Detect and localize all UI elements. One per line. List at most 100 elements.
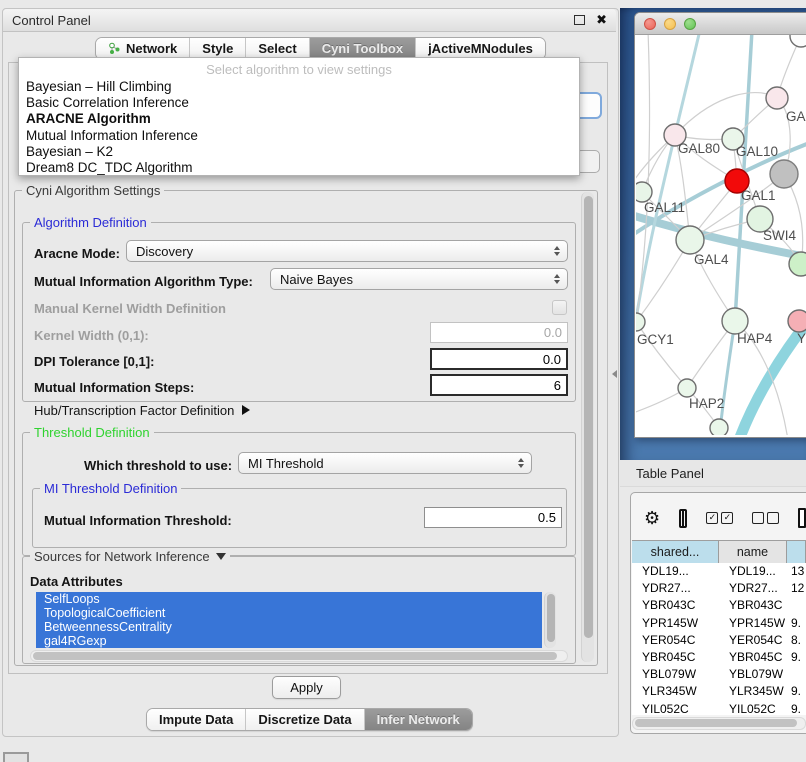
tab-select[interactable]: Select — [246, 38, 309, 59]
table-cell — [787, 666, 806, 683]
tab-infer-network[interactable]: Infer Network — [365, 709, 472, 730]
hub-definition-expander[interactable]: Hub/Transcription Factor Definition — [34, 402, 250, 418]
column-header-shared[interactable]: shared... — [632, 541, 719, 563]
table-cell: YLR345W — [632, 683, 719, 700]
network-node-swi4[interactable] — [789, 252, 806, 276]
network-node[interactable] — [790, 35, 806, 47]
node-label-gal10: GAL10 — [736, 144, 778, 159]
bottom-tab-bar-wrap: Impute DataDiscretize DataInfer Network — [146, 708, 473, 731]
zoom-window-icon[interactable] — [684, 18, 696, 30]
attributes-hscrollbar-thumb[interactable] — [33, 652, 557, 660]
table-cell: 12 — [787, 580, 806, 597]
table-hscrollbar-thumb[interactable] — [635, 719, 797, 727]
algorithm-popup-placeholder: Select algorithm to view settings — [19, 62, 579, 79]
mi-threshold-value: 0.5 — [538, 510, 556, 525]
table-cell: YBL079W — [719, 666, 787, 683]
network-window-titlebar[interactable] — [635, 13, 806, 35]
tab-jactivemnodules[interactable]: jActiveMNodules — [416, 38, 545, 59]
network-node-gal11[interactable] — [636, 182, 652, 202]
tab-impute-data[interactable]: Impute Data — [147, 709, 246, 730]
aracne-mode-combobox[interactable]: Discovery — [126, 240, 568, 262]
data-attributes-list[interactable]: SelfLoopsTopologicalCoefficientBetweenne… — [36, 592, 542, 648]
network-node-gal[interactable] — [766, 87, 788, 109]
network-nodes[interactable]: GALGAL80GAL10GAL11GAL1SWI4GAL4GCY1HAP4YH… — [636, 35, 806, 435]
algorithm-dropdown-popup: Select algorithm to view settings Bayesi… — [18, 57, 580, 176]
dpi-tolerance-field[interactable]: 0.0 — [430, 348, 568, 370]
split-view-icon[interactable] — [679, 509, 687, 528]
gear-icon[interactable]: ⚙ — [644, 509, 660, 527]
table-row[interactable]: YBR045CYBR045C9. — [632, 649, 806, 666]
table-row[interactable]: YBR043CYBR043C — [632, 597, 806, 614]
node-label-y: Y — [797, 331, 806, 346]
attribute-item-gal4rgexp[interactable]: gal4RGexp — [36, 634, 542, 648]
table-hscrollbar[interactable] — [632, 717, 806, 730]
splitter-handle-icon[interactable] — [612, 370, 617, 378]
network-node-gcy1[interactable] — [636, 313, 645, 331]
table-row[interactable]: YLR345WYLR345W9. — [632, 683, 806, 700]
minimize-window-icon[interactable] — [664, 18, 676, 30]
settings-scrollbar-thumb[interactable] — [584, 196, 593, 638]
table-row[interactable]: YDR27...YDR27...12 — [632, 580, 806, 597]
column-header-2[interactable] — [787, 541, 806, 563]
close-window-icon[interactable] — [644, 18, 656, 30]
table-row[interactable]: YPR145WYPR145W9. — [632, 615, 806, 632]
attributes-scrollbar[interactable] — [544, 592, 556, 648]
apply-button-label: Apply — [290, 680, 323, 695]
attribute-item-topologicalcoefficient[interactable]: TopologicalCoefficient — [36, 606, 542, 620]
algorithm-option-basic-correlation-inference[interactable]: Basic Correlation Inference — [19, 95, 579, 111]
network-node-hap2[interactable] — [678, 379, 696, 397]
attributes-scrollbar-thumb[interactable] — [547, 594, 555, 642]
hide-columns-icon[interactable] — [752, 512, 779, 524]
node-label-hap2: HAP2 — [689, 396, 724, 411]
show-columns-icon[interactable]: ✓✓ — [706, 512, 733, 524]
table-row[interactable]: YIL052CYIL052C9. — [632, 701, 806, 716]
tab-style[interactable]: Style — [190, 38, 246, 59]
mi-algorithm-type-combobox[interactable]: Naive Bayes — [270, 268, 568, 290]
algorithm-option-bayesian-hill-climbing[interactable]: Bayesian – Hill Climbing — [19, 79, 579, 95]
table-cell: 8. — [787, 632, 806, 649]
float-window-icon[interactable] — [574, 15, 585, 25]
bottom-tab-bar: Impute DataDiscretize DataInfer Network — [146, 708, 473, 731]
table-body: YDL19...YDL19...13YDR27...YDR27...12YBR0… — [632, 563, 806, 715]
table-row[interactable]: YDL19...YDL19...13 — [632, 563, 806, 580]
attribute-item-selfloops[interactable]: SelfLoops — [36, 592, 542, 606]
network-node[interactable] — [710, 419, 728, 435]
close-panel-icon[interactable]: ✖ — [596, 15, 607, 25]
apply-button[interactable]: Apply — [272, 676, 341, 699]
table-cell: YBR043C — [632, 597, 719, 614]
tab-network[interactable]: Network — [96, 38, 190, 59]
document-icon[interactable] — [798, 508, 806, 528]
node-label-gal: GAL — [786, 109, 806, 124]
table-row[interactable]: YBL079WYBL079W — [632, 666, 806, 683]
dpi-tolerance-value: 0.0 — [543, 352, 561, 367]
network-icon — [108, 42, 121, 55]
network-node-gal4[interactable] — [676, 226, 704, 254]
algorithm-option-aracne-algorithm[interactable]: ARACNE Algorithm — [19, 111, 579, 127]
tab-discretize-data[interactable]: Discretize Data — [246, 709, 364, 730]
column-header-name[interactable]: name — [719, 541, 787, 563]
network-node[interactable] — [770, 160, 798, 188]
algorithm-option-dream8-dc-tdc-algorithm[interactable]: Dream8 DC_TDC Algorithm — [19, 160, 579, 176]
collapse-down-icon[interactable] — [216, 553, 226, 560]
minimized-panel-icon[interactable] — [3, 752, 29, 762]
table-cell — [787, 597, 806, 614]
table-cell: 13 — [787, 563, 806, 580]
attribute-item-betweennesscentrality[interactable]: BetweennessCentrality — [36, 620, 542, 634]
algorithm-option-bayesian-k2[interactable]: Bayesian – K2 — [19, 144, 579, 160]
network-canvas[interactable]: GALGAL80GAL10GAL11GAL1SWI4GAL4GCY1HAP4YH… — [636, 35, 806, 435]
which-threshold-combobox[interactable]: MI Threshold — [238, 452, 532, 474]
table-cell: 9. — [787, 615, 806, 632]
settings-scrollbar[interactable] — [581, 192, 594, 662]
node-label-gal1: GAL1 — [741, 188, 776, 203]
table-cell: 9. — [787, 701, 806, 716]
mi-threshold-field[interactable]: 0.5 — [424, 507, 562, 528]
tab-cyni-toolbox[interactable]: Cyni Toolbox — [310, 38, 416, 59]
network-node-y[interactable] — [788, 310, 806, 332]
expand-right-icon — [242, 405, 250, 415]
table-cell: YBR045C — [632, 649, 719, 666]
attributes-hscrollbar[interactable] — [30, 650, 568, 662]
algorithm-option-mutual-information-inference[interactable]: Mutual Information Inference — [19, 128, 579, 144]
table-row[interactable]: YER054CYER054C8. — [632, 632, 806, 649]
mi-steps-field[interactable]: 6 — [430, 374, 568, 396]
combobox-stepper-icon — [554, 274, 560, 284]
